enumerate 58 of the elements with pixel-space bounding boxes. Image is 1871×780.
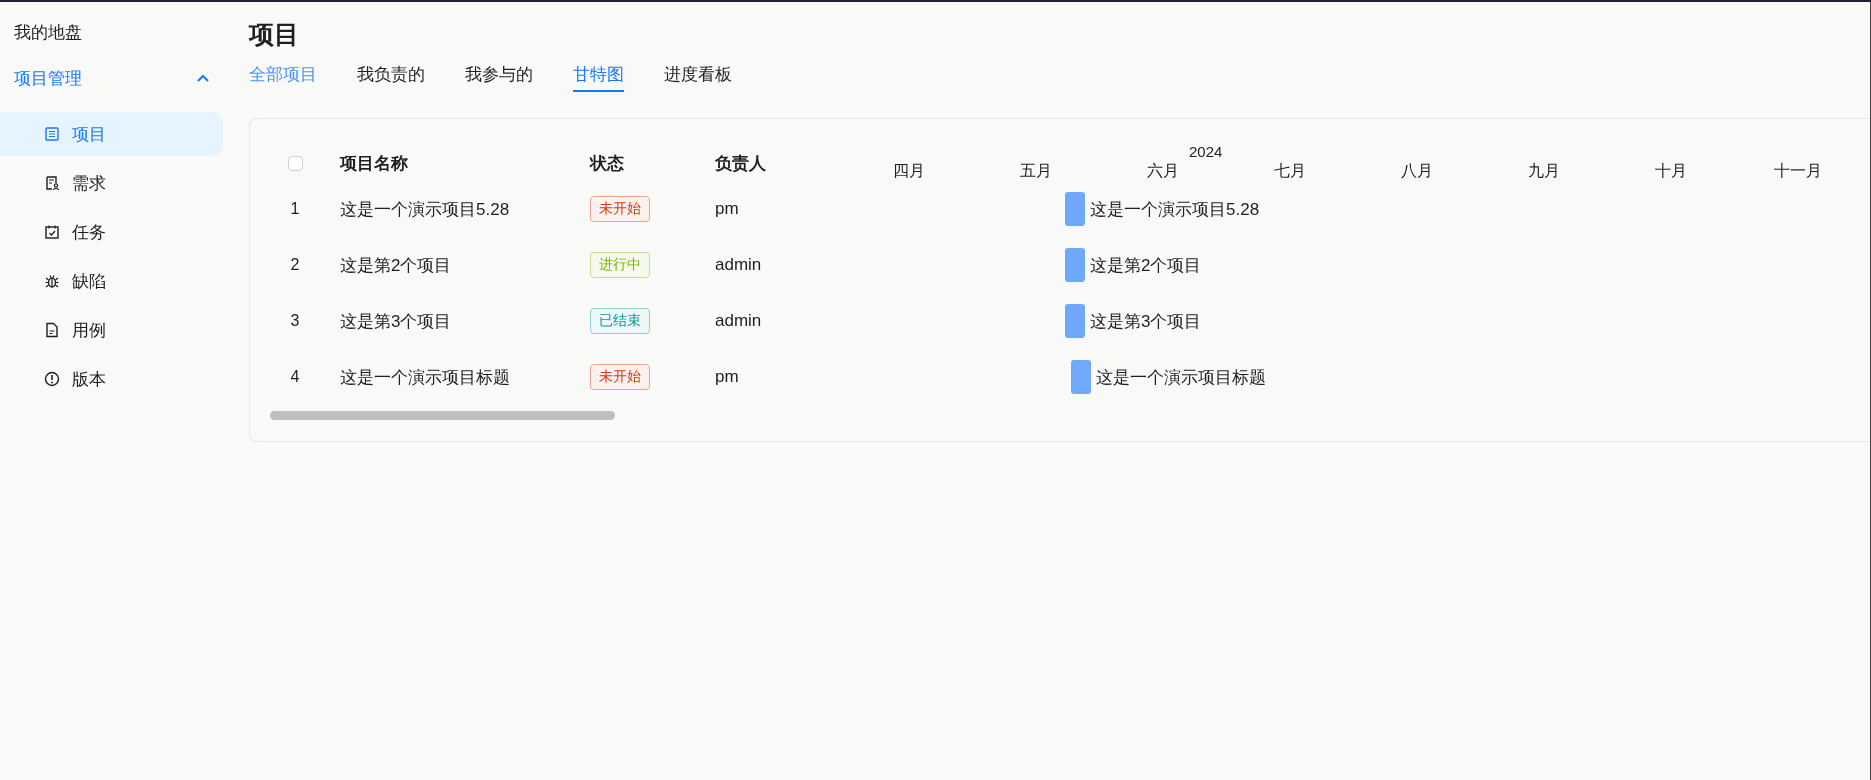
- table-cell: 2: [290, 256, 300, 274]
- gantt-bar: [1065, 248, 1085, 282]
- gantt-bar: [1065, 304, 1085, 338]
- month-label: 六月: [1145, 161, 1180, 181]
- month-label: 八月: [1399, 161, 1434, 181]
- table-cell: 1: [290, 200, 300, 218]
- page-title: 项目: [249, 19, 300, 50]
- month-label: 九月: [1526, 161, 1561, 181]
- exclamation-circle-icon: [44, 371, 60, 387]
- tab[interactable]: 我负责的: [357, 63, 425, 92]
- tab[interactable]: 进度看板: [664, 63, 732, 92]
- tab[interactable]: 我参与的: [465, 63, 533, 92]
- column-header: 项目名称: [340, 153, 408, 173]
- month-label: 四月: [891, 161, 926, 181]
- month-label: 七月: [1272, 161, 1307, 181]
- table-cell: admin: [715, 255, 762, 274]
- document-icon: [44, 322, 60, 338]
- menu-item[interactable]: 任务: [0, 210, 223, 254]
- tab[interactable]: 甘特图: [573, 63, 624, 92]
- table-cell: pm: [715, 199, 739, 218]
- chevron-up-icon: [196, 73, 210, 83]
- list-icon: [44, 126, 60, 142]
- bar-label: 这是第3个项目: [1090, 310, 1202, 333]
- menu-group-header[interactable]: 项目管理: [0, 56, 224, 100]
- column-header: 负责人: [715, 153, 766, 173]
- bar-label: 这是一个演示项目标题: [1096, 366, 1266, 389]
- horizontal-scrollbar[interactable]: [270, 411, 615, 420]
- month-label: 十月: [1653, 161, 1688, 181]
- table-cell: 4: [290, 368, 300, 386]
- menu-item[interactable]: 项目: [0, 112, 223, 156]
- status-tag: 已结束: [590, 308, 650, 334]
- menu-item[interactable]: 版本: [0, 357, 223, 401]
- table-cell: 3: [290, 312, 300, 330]
- bar-label: 这是一个演示项目5.28: [1090, 198, 1260, 221]
- status-tag: 未开始: [590, 196, 650, 222]
- month-label: 十一月: [1772, 161, 1823, 181]
- status-tag: 进行中: [590, 252, 650, 278]
- table-cell: 这是一个演示项目标题: [340, 367, 510, 387]
- gantt-bar: [1065, 192, 1085, 226]
- document-person-icon: [44, 175, 60, 191]
- checkbox[interactable]: [287, 155, 303, 171]
- calendar-check-icon: [44, 224, 60, 240]
- menu-item[interactable]: 缺陷: [0, 259, 223, 303]
- menu-item[interactable]: 我的地盘: [0, 18, 224, 48]
- status-tag: 未开始: [590, 364, 650, 390]
- month-label: 五月: [1018, 161, 1053, 181]
- column-header: 状态: [590, 153, 624, 173]
- table-cell: admin: [715, 311, 762, 330]
- gantt-bar: [1071, 360, 1091, 394]
- menu-item[interactable]: 用例: [0, 308, 223, 352]
- table-cell: 这是一个演示项目5.28: [340, 199, 510, 219]
- menu-item[interactable]: 需求: [0, 161, 223, 205]
- year-label: 2024: [1189, 143, 1223, 160]
- bar-label: 这是第2个项目: [1090, 254, 1202, 277]
- table-cell: 这是第2个项目: [340, 255, 452, 275]
- bug-icon: [44, 273, 60, 289]
- table-cell: pm: [715, 367, 739, 386]
- table-cell: 这是第3个项目: [340, 311, 452, 331]
